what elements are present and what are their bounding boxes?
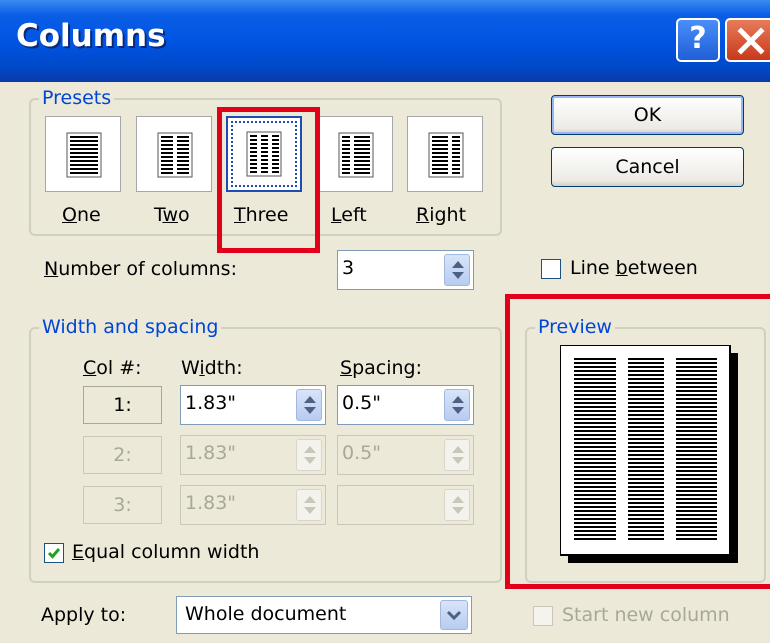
width-spin-1[interactable] <box>296 389 322 421</box>
spin-down-icon <box>304 457 316 464</box>
spin-down-icon <box>304 407 316 414</box>
spin-down-icon <box>452 457 464 464</box>
spacing-spin-1[interactable] <box>444 389 470 421</box>
preset-right-label: Right <box>416 204 467 226</box>
spin-up-icon <box>304 496 316 503</box>
close-button[interactable] <box>725 18 770 62</box>
checkmark-icon <box>47 548 61 559</box>
three-preset-highlight <box>217 107 320 253</box>
preset-one[interactable] <box>45 116 121 192</box>
width-value-2: 1.83" <box>185 442 237 464</box>
width-spin-3 <box>296 489 322 521</box>
dialog-title: Columns <box>16 18 166 54</box>
ok-button[interactable]: OK <box>551 95 744 135</box>
col-number-3: 3: <box>83 486 162 524</box>
width-field-1[interactable]: 1.83" <box>180 385 326 425</box>
equal-column-width-label: Equal column width <box>72 541 260 563</box>
spacing-header: Spacing: <box>340 357 422 379</box>
equal-column-width-checkbox[interactable] <box>44 543 64 563</box>
right-column-icon <box>428 132 464 178</box>
number-of-columns-value: 3 <box>342 257 355 279</box>
line-between-label: Line between <box>570 257 698 279</box>
preset-left-label: Left <box>331 204 367 226</box>
line-between-checkbox[interactable] <box>541 259 561 279</box>
spin-up-icon <box>452 446 464 453</box>
spacing-field-1[interactable]: 0.5" <box>337 385 474 425</box>
question-mark-icon: ? <box>689 21 707 56</box>
width-value-3: 1.83" <box>185 492 237 514</box>
spacing-field-3 <box>337 485 474 525</box>
number-of-columns-stepper[interactable]: 3 <box>337 250 474 290</box>
spin-down-icon <box>452 272 464 279</box>
col-number-1: 1: <box>83 386 162 424</box>
number-of-columns-label: Number of columns: <box>44 258 237 280</box>
apply-to-value: Whole document <box>185 603 347 625</box>
width-field-3: 1.83" <box>180 485 326 525</box>
two-columns-icon <box>157 132 193 178</box>
left-column-icon <box>338 132 374 178</box>
preset-right[interactable] <box>407 116 483 192</box>
start-new-column-label: Start new column <box>562 604 730 626</box>
preset-two[interactable] <box>136 116 212 192</box>
preview-highlight <box>505 294 770 589</box>
title-bar[interactable]: Columns ? <box>0 0 770 82</box>
width-field-2: 1.83" <box>180 435 326 475</box>
presets-legend: Presets <box>39 86 115 110</box>
spin-up-icon <box>304 446 316 453</box>
number-of-columns-spin[interactable] <box>444 254 470 286</box>
one-column-icon <box>66 132 102 178</box>
columns-dialog: Columns ? Presets One Two Three Left Rig… <box>0 0 770 643</box>
col-number-2: 2: <box>83 436 162 474</box>
col-header: Col #: <box>83 357 142 379</box>
spacing-value-2: 0.5" <box>342 442 381 464</box>
spin-up-icon <box>304 396 316 403</box>
preset-one-label: One <box>62 204 101 226</box>
spacing-spin-2 <box>444 439 470 471</box>
width-spacing-legend: Width and spacing <box>39 315 222 339</box>
close-icon <box>737 27 765 55</box>
cancel-button[interactable]: Cancel <box>551 147 744 187</box>
preset-left[interactable] <box>317 116 393 192</box>
spin-down-icon <box>452 407 464 414</box>
spacing-spin-3 <box>444 489 470 521</box>
spin-up-icon <box>452 496 464 503</box>
chevron-down-icon[interactable] <box>440 600 468 630</box>
spacing-field-2: 0.5" <box>337 435 474 475</box>
spin-up-icon <box>452 396 464 403</box>
width-header: Width: <box>181 357 243 379</box>
spin-down-icon <box>304 507 316 514</box>
width-value-1: 1.83" <box>185 392 237 414</box>
spacing-value-1: 0.5" <box>342 392 381 414</box>
preset-two-label: Two <box>154 204 190 226</box>
apply-to-select[interactable]: Whole document <box>176 596 472 634</box>
width-spin-2 <box>296 439 322 471</box>
start-new-column-checkbox <box>533 606 553 626</box>
help-button[interactable]: ? <box>676 18 720 62</box>
apply-to-label: Apply to: <box>41 604 127 626</box>
spin-down-icon <box>452 507 464 514</box>
spin-up-icon <box>452 261 464 268</box>
